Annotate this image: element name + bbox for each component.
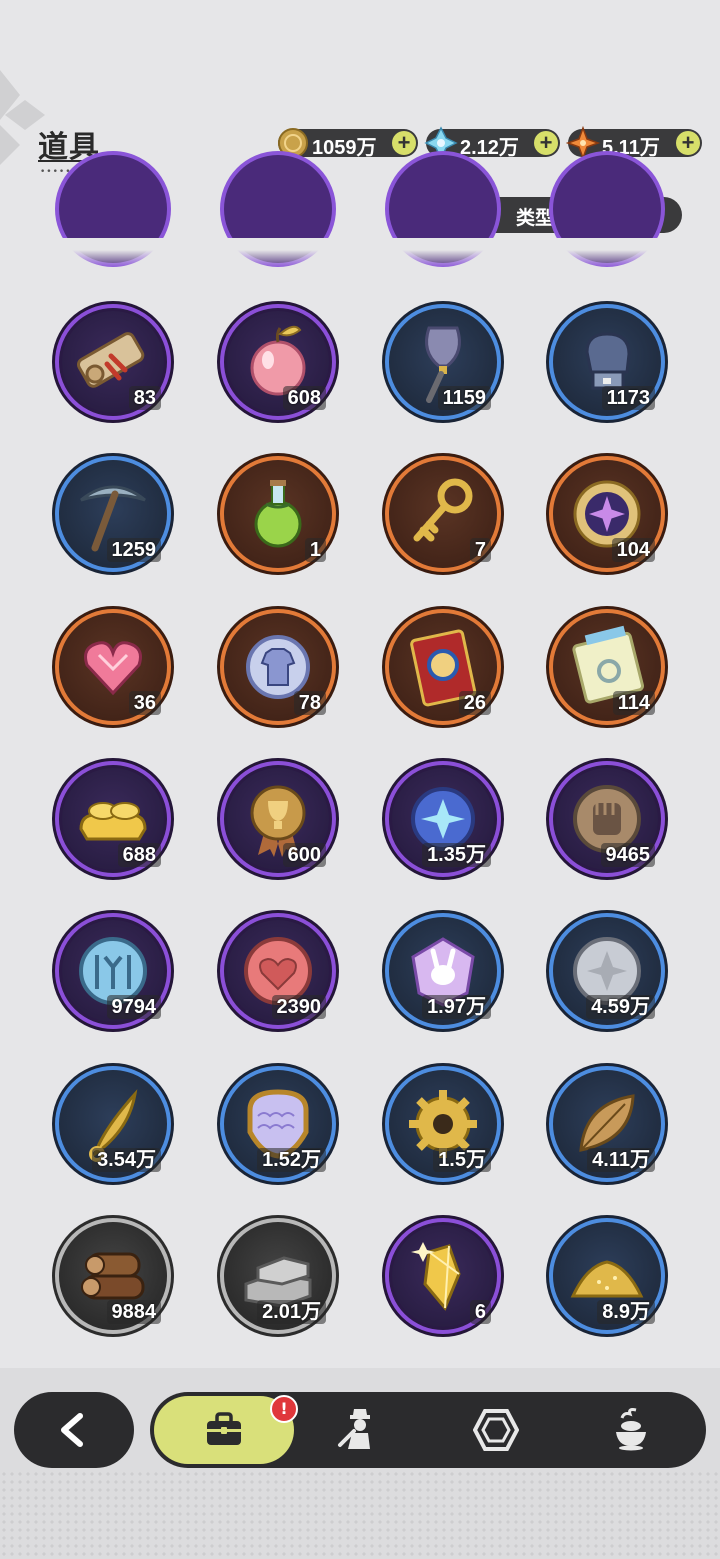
item-count: 114 [612, 691, 655, 715]
item-slot[interactable]: 1159 [385, 304, 501, 420]
item-slot[interactable]: 1173 [549, 304, 665, 420]
item-slot[interactable]: 1.52万 [220, 1066, 336, 1182]
item-count: 688 [117, 843, 161, 867]
bottom-tab-bar [150, 1392, 706, 1468]
item-slot[interactable]: 600 [220, 761, 336, 877]
item-count: 1159 [437, 386, 491, 410]
item-count: 2390 [271, 995, 326, 1019]
bag-icon [207, 1412, 241, 1445]
item-count: 1.35万 [422, 843, 491, 867]
item-slot[interactable]: 2.01万 [220, 1218, 336, 1334]
add-crystal-button[interactable]: + [534, 131, 558, 155]
scroll-fade [0, 238, 720, 268]
tab-food[interactable] [582, 1392, 682, 1468]
item-count: 1.5万 [433, 1148, 491, 1172]
item-slot[interactable]: 4.59万 [549, 913, 665, 1029]
item-slot[interactable]: 688 [55, 761, 171, 877]
notification-badge: ! [270, 1395, 298, 1423]
tab-gems[interactable] [446, 1392, 546, 1468]
item-count: 608 [282, 386, 326, 410]
item-slot[interactable]: 36 [55, 609, 171, 725]
item-count: 2.01万 [257, 1300, 326, 1324]
item-count: 600 [282, 843, 326, 867]
item-slot[interactable]: 8.9万 [549, 1218, 665, 1334]
item-count: 3.54万 [92, 1148, 161, 1172]
item-count: 36 [128, 691, 161, 715]
currency-crystal-value: 2.12万 [460, 137, 519, 159]
item-slot[interactable]: 1.5万 [385, 1066, 501, 1182]
currency-gold: 1059万 + [278, 128, 418, 159]
item-count: 78 [293, 691, 326, 715]
item-count: 1 [304, 538, 326, 562]
item-count: 6 [469, 1300, 491, 1324]
item-count: 104 [611, 538, 655, 562]
item-slot[interactable]: 114 [549, 609, 665, 725]
item-count: 26 [458, 691, 491, 715]
item-slot[interactable]: 104 [549, 456, 665, 572]
hexagon-gem-icon [473, 1409, 519, 1451]
item-slot[interactable]: 2390 [220, 913, 336, 1029]
item-count: 1259 [106, 538, 161, 562]
item-count: 9884 [106, 1300, 161, 1324]
item-slot[interactable]: 78 [220, 609, 336, 725]
add-gold-button[interactable]: + [392, 131, 416, 155]
item-count: 9794 [106, 995, 161, 1019]
item-count: 83 [128, 386, 161, 410]
food-icon [616, 1408, 646, 1451]
chevron-left-icon [61, 1413, 83, 1447]
item-count: 4.59万 [586, 995, 655, 1019]
bottom-pattern [0, 1470, 720, 1559]
item-slot[interactable]: 3.54万 [55, 1066, 171, 1182]
add-star-shard-button[interactable]: + [676, 131, 700, 155]
item-slot[interactable]: 7 [385, 456, 501, 572]
item-slot[interactable]: 1 [220, 456, 336, 572]
item-count: 9465 [600, 843, 655, 867]
item-slot[interactable]: 1.97万 [385, 913, 501, 1029]
back-button[interactable] [14, 1392, 134, 1468]
item-count: 1.97万 [422, 995, 491, 1019]
currency-gold-value: 1059万 [312, 137, 377, 159]
item-slot[interactable]: 1259 [55, 456, 171, 572]
item-slot[interactable]: 608 [220, 304, 336, 420]
character-icon [338, 1409, 370, 1449]
item-count: 4.11万 [587, 1148, 655, 1172]
item-slot[interactable]: 9884 [55, 1218, 171, 1334]
item-count: 1.52万 [257, 1148, 326, 1172]
currency-star-shard: 5.11万 + [566, 126, 702, 160]
item-slot[interactable]: 4.11万 [549, 1066, 665, 1182]
item-slot[interactable]: 6 [385, 1218, 501, 1334]
item-slot[interactable]: 9465 [549, 761, 665, 877]
item-count: 7 [469, 538, 491, 562]
item-slot[interactable]: 26 [385, 609, 501, 725]
item-count: 8.9万 [597, 1300, 655, 1324]
item-slot[interactable]: 1.35万 [385, 761, 501, 877]
item-slot[interactable]: 83 [55, 304, 171, 420]
tab-character[interactable] [310, 1392, 410, 1468]
item-slot[interactable]: 9794 [55, 913, 171, 1029]
item-count: 1173 [601, 386, 655, 410]
